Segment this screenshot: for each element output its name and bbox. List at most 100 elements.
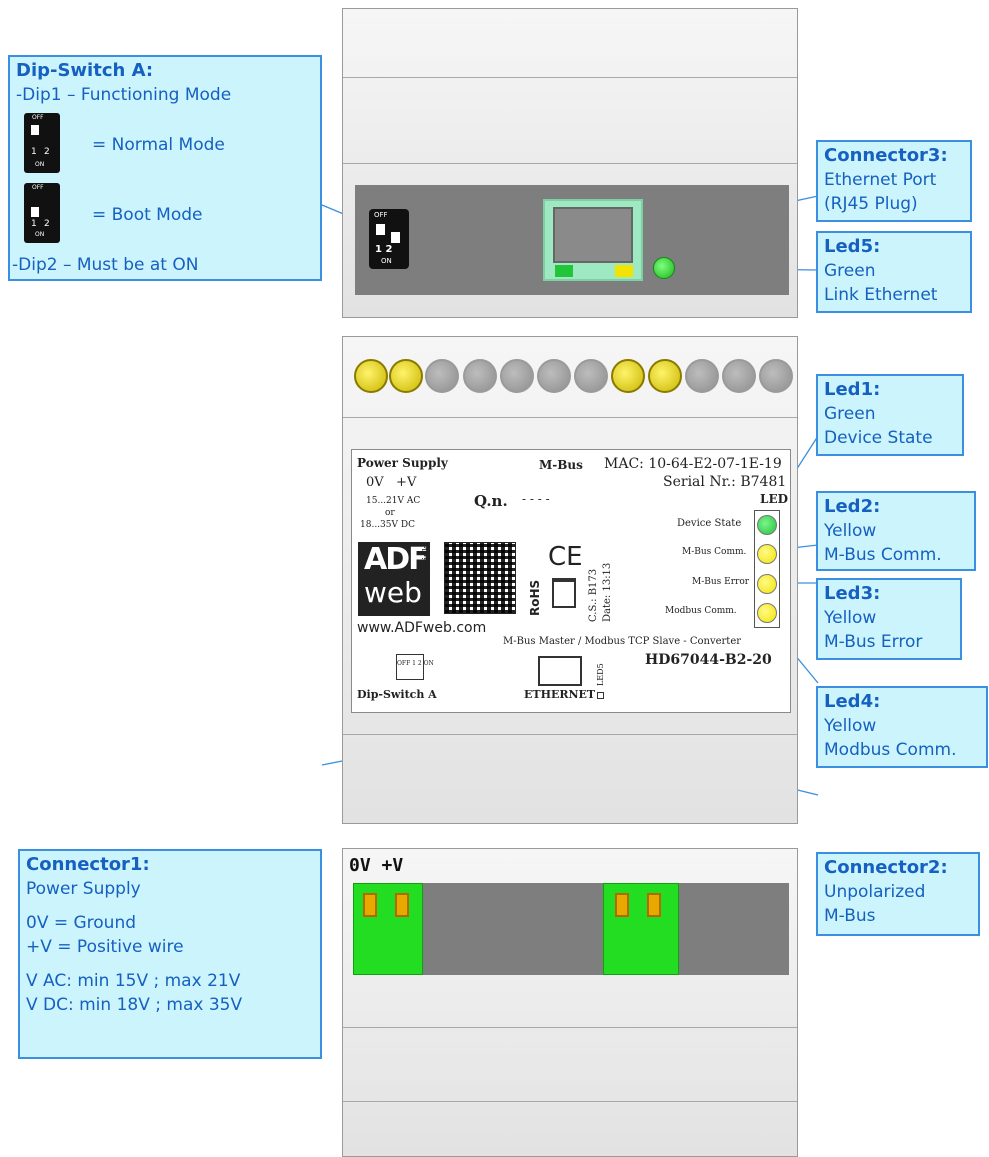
callout-connector3-line1: Ethernet Port	[824, 170, 937, 190]
callout-led2-title: Led2:	[824, 496, 881, 517]
callout-led3: Led3: Yellow M-Bus Error	[816, 578, 962, 660]
terminal-5	[500, 359, 534, 393]
device-front-label: Power Supply M-Bus MAC: 10-64-E2-07-1E-1…	[351, 449, 791, 713]
callout-connector1-line1: Power Supply	[26, 879, 141, 899]
led4-modbus-comm	[757, 603, 777, 623]
mini-ethernet-icon	[538, 656, 582, 686]
callout-led1-line2: Device State	[824, 428, 933, 448]
bottom-band-line	[343, 733, 797, 735]
callout-led2: Led2: Yellow M-Bus Comm.	[816, 491, 976, 571]
dip-boot-on: ON	[35, 231, 45, 238]
connector1-pin-0v	[363, 893, 377, 917]
callout-led1-line1: Green	[824, 404, 876, 424]
label-led5: LED5	[596, 663, 605, 686]
dip-boot-num1: 1	[31, 219, 37, 229]
connector2-pin-1	[615, 893, 629, 917]
terminal-1	[354, 359, 388, 393]
manual-qr-code[interactable]	[444, 542, 516, 614]
label-ethernet: ETHERNET	[524, 688, 596, 701]
terminal-3	[425, 359, 459, 393]
callout-led1-title: Led1:	[824, 379, 881, 400]
callout-led5-title: Led5:	[824, 236, 881, 257]
device-dip-switch[interactable]: OFF 1 2 ON	[369, 209, 409, 269]
callout-connector2-line2: M-Bus	[824, 906, 876, 926]
callout-connector3-line2: (RJ45 Plug)	[824, 194, 918, 214]
label-or: or	[385, 508, 395, 518]
terminal-4	[463, 359, 497, 393]
callout-led4-line1: Yellow	[824, 716, 877, 736]
callout-connector1-line3: +V = Positive wire	[26, 937, 184, 957]
label-qn-value: - - - -	[522, 492, 550, 506]
callout-led5-line1: Green	[824, 261, 876, 281]
callout-connector2-title: Connector2:	[824, 857, 948, 878]
callout-connector3: Connector3: Ethernet Port (RJ45 Plug)	[816, 140, 972, 222]
callout-connector1-title: Connector1:	[26, 854, 150, 875]
callout-led3-line1: Yellow	[824, 608, 877, 628]
adfweb-logo: ADF web	[358, 542, 430, 616]
bottom-band-1	[343, 975, 797, 1028]
device-bottom-module: 0V +V	[342, 848, 798, 1157]
rj45-socket	[553, 207, 633, 263]
label-qn: Q.n.	[474, 492, 508, 510]
dip-normal-num1: 1	[31, 147, 37, 157]
dip-normal-1	[31, 125, 39, 135]
terminal-2	[389, 359, 423, 393]
label-led-header: LED	[760, 492, 788, 506]
callout-dipswitch-a-line4: -Dip2 – Must be at ON	[12, 255, 199, 275]
led3-mbus-error	[757, 574, 777, 594]
led2-mbus-comm	[757, 544, 777, 564]
dip-boot-1	[31, 207, 39, 217]
device-dip1[interactable]	[376, 224, 385, 235]
connector1-pin-plusv	[395, 893, 409, 917]
callout-connector2: Connector2: Unpolarized M-Bus	[816, 852, 980, 936]
label-dip-small: OFF 1 2 ON	[397, 660, 434, 667]
callout-led4: Led4: Yellow Modbus Comm.	[816, 686, 988, 768]
callout-led2-line2: M-Bus Comm.	[824, 545, 942, 565]
callout-dipswitch-a-normal: = Normal Mode	[92, 135, 225, 155]
callout-dipswitch-a-line1: -Dip1 – Functioning Mode	[16, 85, 232, 105]
callout-led3-line2: M-Bus Error	[824, 632, 923, 652]
dip-normal-num2: 2	[44, 147, 50, 157]
callout-connector1-line4: V AC: min 15V ; max 21V	[26, 971, 241, 991]
device-dip2[interactable]	[391, 232, 400, 243]
terminal-6	[537, 359, 571, 393]
mini-dip-icon	[396, 654, 424, 680]
dip-normal-mode-icon: OFF 1 2 ON	[24, 113, 60, 173]
terminal-12	[759, 359, 793, 393]
label-model: HD67044-B2-20	[645, 652, 772, 668]
rohs-mark: RoHS	[528, 579, 542, 616]
label-dip-switch-a: Dip-Switch A	[357, 688, 437, 701]
callout-led3-title: Led3:	[824, 583, 881, 604]
callout-connector1-line2: 0V = Ground	[26, 913, 137, 933]
callout-led4-line2: Modbus Comm.	[824, 740, 957, 760]
led5-mini-square	[597, 692, 604, 699]
label-serial: Serial Nr.: B7481	[663, 474, 787, 490]
label-mac: MAC: 10-64-E2-07-1E-19	[604, 456, 782, 472]
label-led-mbus-comm: M-Bus Comm.	[682, 547, 747, 557]
adfweb-logo-bottom: web	[364, 576, 422, 609]
label-manual-link: Manual link	[422, 545, 432, 600]
rj45-port[interactable]	[543, 199, 643, 281]
callout-connector2-line1: Unpolarized	[824, 882, 926, 902]
label-url: www.ADFweb.com	[357, 620, 487, 636]
top-band-2	[343, 77, 797, 164]
device-dip-on-label: ON	[381, 257, 392, 265]
dip-boot-mode-icon: OFF 1 2 ON	[24, 183, 60, 243]
label-led-mbus-error: M-Bus Error	[692, 577, 750, 587]
terminal-7	[574, 359, 608, 393]
label-volts: 0V +V	[366, 475, 417, 490]
dip-boot-num2: 2	[44, 219, 50, 229]
callout-led5-line2: Link Ethernet	[824, 285, 938, 305]
adfweb-logo-top: ADF	[364, 542, 429, 577]
weee-bin-icon	[552, 578, 576, 608]
callout-led5: Led5: Green Link Ethernet	[816, 231, 972, 313]
terminal-8	[611, 359, 645, 393]
label-led-modbus-comm: Modbus Comm.	[665, 606, 737, 616]
callout-dipswitch-a-boot: = Boot Mode	[92, 205, 203, 225]
label-description: M-Bus Master / Modbus TCP Slave - Conver…	[503, 636, 742, 647]
terminal-11	[722, 359, 756, 393]
top-band-1	[343, 9, 797, 78]
label-led-device-state: Device State	[677, 518, 742, 529]
callout-connector3-title: Connector3:	[824, 145, 948, 166]
device-middle-module: Power Supply M-Bus MAC: 10-64-E2-07-1E-1…	[342, 336, 798, 824]
